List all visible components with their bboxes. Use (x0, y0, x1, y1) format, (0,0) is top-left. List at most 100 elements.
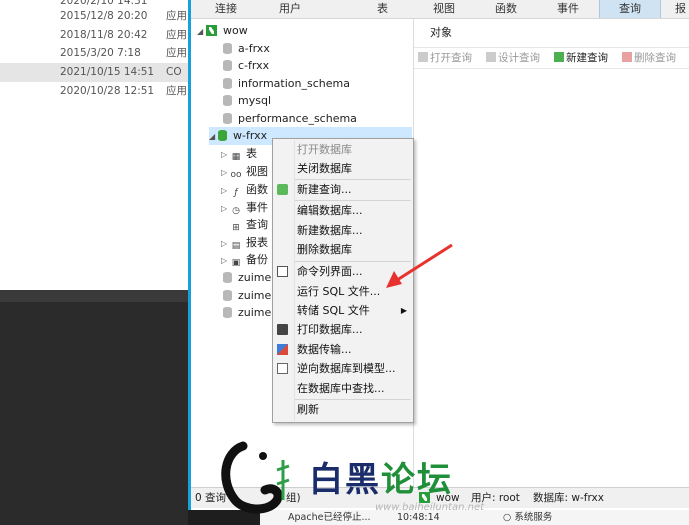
tree-db[interactable]: information_schema (223, 75, 350, 93)
menu-console[interactable]: 命令列界面... (273, 262, 413, 281)
tree-db[interactable]: c-frxx (223, 57, 269, 75)
file-date: 2015/12/8 20:20 (60, 10, 148, 22)
menu-delete-database[interactable]: 删除数据库 (273, 240, 413, 259)
file-type: CO (166, 66, 182, 78)
toolbar-connection[interactable]: 连接 (215, 0, 237, 18)
toolbar-event[interactable]: 事件 (557, 0, 579, 18)
child-label: 表 (246, 147, 257, 160)
menu-find-in-database[interactable]: 在数据库中查找... (273, 379, 413, 398)
toolbar-query[interactable]: 查询 (599, 0, 661, 18)
connection-icon (206, 25, 217, 36)
tree-connection[interactable]: ◢ wow (197, 22, 248, 40)
file-type: 应用 (166, 85, 187, 97)
db-label: mysql (238, 94, 271, 107)
file-row[interactable]: 2021/10/15 14:51 CO (0, 63, 190, 82)
file-row[interactable]: 2015/12/8 20:20 应用 (0, 7, 190, 26)
tree-db[interactable]: mysql (223, 92, 271, 110)
db-label: c-frxx (238, 59, 270, 72)
menu-edit-database[interactable]: 编辑数据库... (273, 201, 413, 220)
tree-db[interactable]: zuime (223, 269, 271, 287)
menu-label: 打开数据库 (297, 143, 352, 156)
background-file-explorer: 2020/2/10 14:31 2015/12/8 20:20 应用 2018/1… (0, 0, 190, 290)
db-label: a-frxx (238, 42, 270, 55)
object-panel: 对象 打开查询 设计查询 新建查询 删除查询 (414, 19, 689, 487)
new-query-button[interactable]: 新建查询 (554, 48, 608, 68)
menu-label: 转储 SQL 文件 (297, 304, 370, 317)
menu-close-database[interactable]: 关闭数据库 (273, 159, 413, 178)
watermark-forum: 论坛 (381, 460, 453, 500)
tree-child-reports[interactable]: ▷ ▤ 报表 (221, 234, 268, 252)
database-icon (223, 307, 232, 318)
menu-run-sql-file[interactable]: 运行 SQL 文件... (273, 282, 413, 301)
toolbar-table[interactable]: 表 (377, 0, 388, 18)
tree-child-queries[interactable]: ⊞ 查询 (230, 216, 268, 234)
delete-query-button[interactable]: 删除查询 (622, 48, 676, 68)
toolbar-view[interactable]: 视图 (433, 0, 455, 18)
menu-refresh[interactable]: 刷新 (273, 400, 413, 419)
service-radio[interactable]: ○ 系统服务 (503, 510, 552, 525)
tree-child-views[interactable]: ▷ oo 视图 (221, 163, 268, 181)
menu-reverse-to-model[interactable]: 逆向数据库到模型... (273, 359, 413, 378)
toolbar-report[interactable]: 报 (675, 0, 686, 18)
submenu-arrow-icon: ▶ (400, 306, 407, 315)
file-type: 应用 (166, 47, 187, 59)
db-label: zuime (238, 306, 272, 319)
database-icon (223, 60, 232, 71)
expand-arrow-icon[interactable]: ▷ (221, 200, 230, 218)
tree-db[interactable]: zuime (223, 287, 271, 305)
expand-arrow-icon[interactable]: ▷ (221, 252, 230, 270)
menu-new-database[interactable]: 新建数据库... (273, 221, 413, 240)
database-icon (223, 113, 232, 124)
model-icon (277, 363, 288, 374)
child-label: 备份 (246, 253, 268, 266)
expand-arrow-icon[interactable]: ▷ (221, 146, 230, 164)
transfer-icon (277, 344, 288, 355)
tree-child-backups[interactable]: ▷ ▣ 备份 (221, 251, 268, 269)
toolbar-function[interactable]: 函数 (495, 0, 517, 18)
open-query-button[interactable]: 打开查询 (418, 48, 472, 68)
dark-divider (0, 290, 188, 302)
watermark-url: www.baiheiluntan.net (375, 502, 485, 513)
file-row[interactable]: 2015/3/20 7:18 应用 (0, 44, 190, 63)
tree-child-events[interactable]: ▷ ◷ 事件 (221, 199, 268, 217)
watermark-white-black: 白黑 (309, 460, 381, 500)
collapse-arrow-icon[interactable]: ◢ (197, 23, 206, 41)
menu-dump-sql-file[interactable]: 转储 SQL 文件 ▶ (273, 301, 413, 320)
file-row[interactable]: 2020/10/28 12:51 应用 (0, 82, 190, 101)
db-label: information_schema (238, 77, 350, 90)
tree-child-functions[interactable]: ▷ ƒ 函数 (221, 181, 268, 199)
view-icon: oo (230, 170, 242, 180)
menu-data-transfer[interactable]: 数据传输... (273, 340, 413, 359)
database-icon (223, 272, 232, 283)
dark-desktop-area (0, 290, 188, 525)
tree-db[interactable]: a-frxx (223, 40, 270, 58)
menu-label: 逆向数据库到模型... (297, 362, 396, 375)
open-query-icon (418, 52, 428, 62)
menu-open-database[interactable]: 打开数据库 (273, 140, 413, 159)
menu-label: 关闭数据库 (297, 162, 352, 175)
database-icon (223, 78, 232, 89)
menu-print-database[interactable]: 打印数据库... (273, 320, 413, 339)
tree-db[interactable]: performance_schema (223, 110, 357, 128)
tab-objects[interactable]: 对象 (418, 23, 464, 45)
db-label: zuime (238, 271, 272, 284)
connection-label: wow (223, 24, 248, 37)
watermark-logo-icon (221, 441, 290, 514)
menu-new-query[interactable]: 新建查询... (273, 180, 413, 199)
collapse-arrow-icon[interactable]: ◢ (209, 128, 218, 146)
db-label: zuime (238, 289, 272, 302)
menu-label: 新建数据库... (297, 224, 363, 237)
tree-child-tables[interactable]: ▷ ▦ 表 (221, 145, 257, 163)
menu-label: 删除数据库 (297, 243, 352, 256)
design-query-button[interactable]: 设计查询 (486, 48, 540, 68)
menu-label: 编辑数据库... (297, 204, 363, 217)
file-row[interactable]: 2018/11/8 20:42 应用 (0, 26, 190, 45)
file-date: 2021/10/15 14:51 (60, 66, 155, 78)
toolbar-user[interactable]: 用户 (279, 0, 301, 18)
object-toolbar: 打开查询 设计查询 新建查询 删除查询 (414, 47, 689, 69)
child-label: 查询 (246, 218, 268, 231)
expand-arrow-icon[interactable]: ▷ (221, 164, 230, 182)
delete-query-icon (622, 52, 632, 62)
expand-arrow-icon[interactable]: ▷ (221, 182, 230, 200)
tree-db[interactable]: zuime (223, 304, 271, 322)
